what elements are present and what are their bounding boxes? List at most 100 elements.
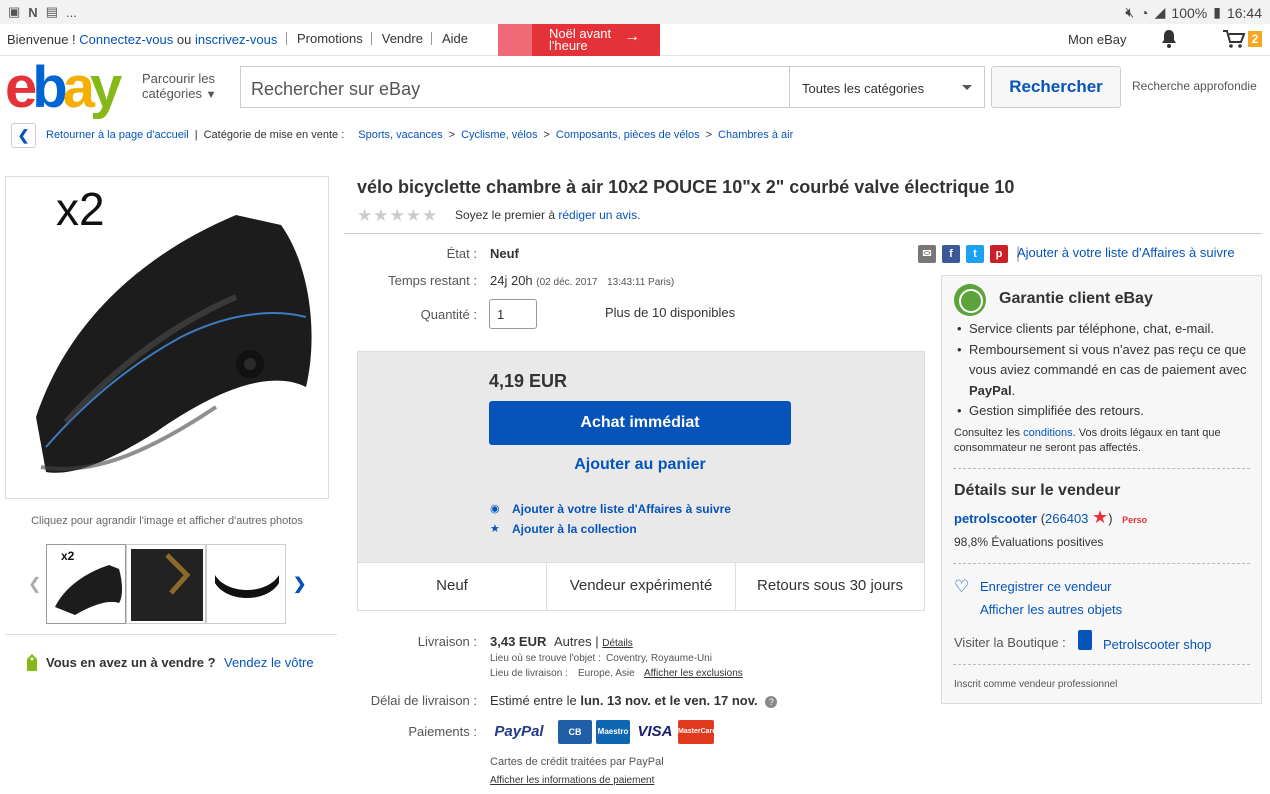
thumbnail-1[interactable]: x2 <box>46 544 126 624</box>
chevron-right-icon[interactable]: ❯ <box>293 574 306 594</box>
shop-by-category-button[interactable]: Parcourir les catégories ▼ <box>142 71 217 103</box>
item-location-label: Lieu où se trouve l'objet : <box>490 653 601 664</box>
dashed-divider <box>953 664 1250 665</box>
help-icon[interactable]: ? <box>765 696 778 708</box>
breadcrumb-separator: | <box>194 129 198 141</box>
seller-score-link[interactable]: 266403 <box>1045 511 1088 526</box>
menu-sell[interactable]: Vendre <box>370 32 431 45</box>
thumbnail-tube-image <box>55 565 122 615</box>
breadcrumb-item[interactable]: Sports, vacances <box>358 129 442 141</box>
gallery-notification-icon: ▣ <box>8 4 21 19</box>
seller-feedback: 98,8% Évaluations positives <box>954 535 1104 549</box>
back-to-home-link[interactable]: Retourner à la page d'accueil <box>46 129 189 141</box>
product-highlights: Neuf Vendeur expérimenté Retours sous 30… <box>357 563 925 611</box>
or-label: ou <box>176 32 192 47</box>
conditions-link[interactable]: conditions <box>1023 427 1073 439</box>
ebay-logo[interactable]: ebay <box>5 59 122 117</box>
price: 4,19 EUR <box>489 371 568 391</box>
thumbnail-curve-image <box>215 575 279 598</box>
battery-icon: ▮ <box>1213 4 1221 20</box>
condition-value: Neuf <box>490 246 519 261</box>
time-left-label: Temps restant : <box>388 273 477 288</box>
wifi-icon: ◔ <box>1140 4 1149 21</box>
quantity-input[interactable]: 1 <box>489 299 537 329</box>
breadcrumb-item[interactable]: Cyclisme, vélos <box>461 129 537 141</box>
clock: 16:44 <box>1226 4 1262 21</box>
register-link[interactable]: inscrivez-vous <box>195 32 277 47</box>
logo-letter-b: b <box>32 55 68 120</box>
shipping-info: 3,43 EUR Autres | Détails <box>490 634 633 649</box>
seller-name-link[interactable]: petrolscooter <box>954 511 1037 526</box>
menu-help[interactable]: Aide <box>430 32 476 45</box>
category-selected: Toutes les catégories <box>802 81 925 96</box>
sell-one-section: Vous en avez un à vendre ? Vendez le vôt… <box>5 634 337 671</box>
chevron-down-icon <box>962 85 972 90</box>
thumbnail-2[interactable] <box>126 544 206 624</box>
end-time: 13:43:11 Paris) <box>607 277 675 288</box>
news-notification-icon: N <box>28 4 38 20</box>
shipping-cost: 3,43 EUR <box>490 634 547 649</box>
pro-seller-note: Inscrit comme vendeur professionnel <box>954 679 1118 690</box>
my-ebay-link[interactable]: Mon eBay <box>1068 32 1127 47</box>
search-input[interactable]: Rechercher sur eBay <box>240 66 790 108</box>
sell-question: Vous en avez un à vendre ? <box>46 655 216 670</box>
shop-by-line-2: catégories <box>142 86 202 101</box>
menu-promotions[interactable]: Promotions <box>286 32 371 45</box>
main-product-image[interactable]: x2 <box>5 176 329 499</box>
delivery-prefix: Estimé entre le <box>490 693 577 708</box>
buy-now-button[interactable]: Achat immédiat <box>489 401 791 445</box>
write-review-link[interactable]: rédiger un avis. <box>558 208 640 222</box>
enlarge-image-hint: Cliquez pour agrandir l'image et affiche… <box>31 515 303 527</box>
welcome-label: Bienvenue ! <box>7 32 76 47</box>
separator: | <box>595 634 599 649</box>
advanced-search-link[interactable]: Recherche approfondie <box>1132 79 1257 93</box>
chevron-left-icon[interactable]: ❮ <box>28 574 41 594</box>
add-to-cart-button[interactable]: Ajouter au panier <box>489 456 791 474</box>
sell-yours-link[interactable]: Vendez le vôtre <box>224 655 314 670</box>
email-icon[interactable]: ✉ <box>918 245 936 263</box>
christmas-promo-banner[interactable]: Noël avant l'heure → <box>498 24 660 56</box>
image-notification-icon: ▤ <box>45 4 58 19</box>
highlight-seller: Vendeur expérimenté <box>547 563 736 610</box>
payment-info-link[interactable]: Afficher les informations de paiement <box>490 775 654 786</box>
perso-badge: Perso <box>1122 515 1148 525</box>
login-link[interactable]: Connectez-vous <box>79 32 173 47</box>
breadcrumb: Retourner à la page d'accueil | Catégori… <box>46 129 793 141</box>
category-select[interactable]: Toutes les catégories <box>789 66 985 108</box>
banner-decoration <box>498 24 532 56</box>
shop-name-link[interactable]: Petrolscooter shop <box>1103 637 1211 652</box>
watchlist-link[interactable]: Ajouter à votre liste d'Affaires à suivr… <box>1017 245 1235 260</box>
bell-icon[interactable] <box>1160 29 1178 52</box>
more-notifications: ... <box>65 4 77 20</box>
highlight-condition: Neuf <box>358 563 547 610</box>
facebook-icon[interactable]: f <box>942 245 960 263</box>
delivery-estimate: Estimé entre le lun. 13 nov. et le ven. … <box>490 693 778 708</box>
eye-icon: ◉ <box>490 503 500 515</box>
star-icon: ★ <box>422 206 438 225</box>
cart-icon[interactable] <box>1222 29 1246 52</box>
breadcrumb-item[interactable]: Chambres à air <box>718 129 793 141</box>
breadcrumb-item[interactable]: Composants, pièces de vélos <box>556 129 700 141</box>
pinterest-icon[interactable]: p <box>990 245 1008 263</box>
save-seller-link[interactable]: Enregistrer ce vendeur <box>980 579 1112 594</box>
star-icon: ★ <box>405 206 421 225</box>
other-items-link[interactable]: Afficher les autres objets <box>980 602 1122 617</box>
exclusions-link[interactable]: Afficher les exclusions <box>644 668 743 679</box>
dashed-divider <box>953 563 1250 564</box>
guarantee-list: Service clients par téléphone, chat, e-m… <box>957 319 1251 422</box>
add-to-watchlist-link[interactable]: Ajouter à votre liste d'Affaires à suivr… <box>512 502 731 516</box>
add-to-collection-link[interactable]: Ajouter à la collection <box>512 522 637 536</box>
twitter-icon[interactable]: t <box>966 245 984 263</box>
heart-icon[interactable]: ♡ <box>954 577 969 597</box>
thumbnail-3[interactable] <box>206 544 286 624</box>
logo-letter-a: a <box>62 55 95 120</box>
delivery-label: Délai de livraison : <box>370 693 477 708</box>
rating-stars: ★ ★ ★ ★ ★ <box>357 206 437 226</box>
search-button[interactable]: Rechercher <box>991 66 1121 108</box>
ships-to: Europe, Asie <box>578 668 635 679</box>
shipping-details-link[interactable]: Détails <box>602 638 633 649</box>
back-chevron-icon[interactable]: ❮ <box>11 123 36 148</box>
guarantee-item: Service clients par téléphone, chat, e-m… <box>957 319 1251 340</box>
caret-down-icon: ▼ <box>205 89 217 101</box>
shipping-method: Autres <box>554 634 592 649</box>
